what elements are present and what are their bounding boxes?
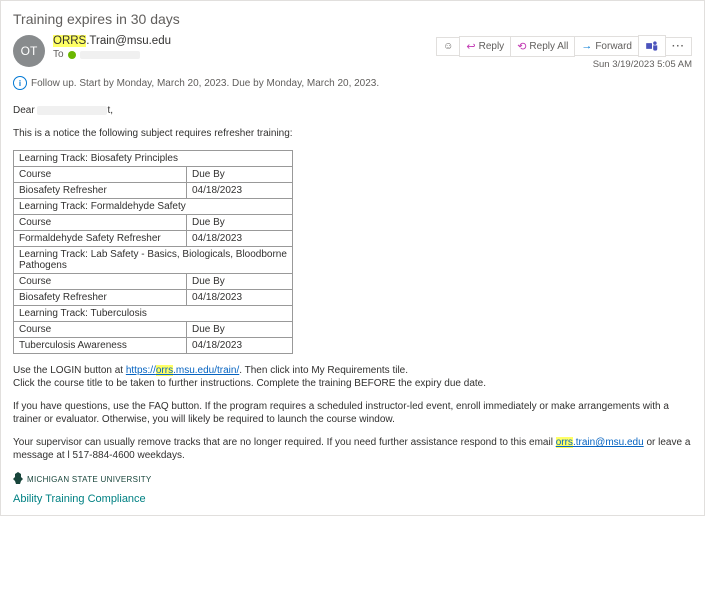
due-header: Due By <box>187 322 293 338</box>
due-cell: 04/18/2023 <box>187 290 293 306</box>
instruction-login: Use the LOGIN button at https://orrs.msu… <box>13 364 692 390</box>
instruction-supervisor: Your supervisor can usually remove track… <box>13 436 692 462</box>
to-line: To <box>53 49 171 60</box>
presence-icon <box>68 51 76 59</box>
course-cell: Tuberculosis Awareness <box>14 338 187 354</box>
more-icon: ··· <box>672 41 685 52</box>
instruction-faq: If you have questions, use the FAQ butto… <box>13 400 692 426</box>
track-header: Learning Track: Biosafety Principles <box>14 151 293 167</box>
track-header: Learning Track: Formaldehyde Safety <box>14 199 293 215</box>
track-header: Learning Track: Tuberculosis <box>14 306 293 322</box>
course-cell: Biosafety Refresher <box>14 290 187 306</box>
teams-button[interactable] <box>638 35 666 57</box>
reply-button[interactable]: ↩ Reply <box>459 36 511 57</box>
due-header: Due By <box>187 167 293 183</box>
more-actions-button[interactable]: ··· <box>665 37 692 56</box>
footer-compliance: Ability Training Compliance <box>13 493 692 505</box>
emoji-button[interactable]: ☺ <box>436 37 460 56</box>
course-header: Course <box>14 215 187 231</box>
login-link[interactable]: https://orrs.msu.edu/train/ <box>126 365 239 376</box>
contact-email-link[interactable]: orrs.train@msu.edu <box>556 437 644 448</box>
greeting-redacted <box>37 106 107 115</box>
forward-icon: → <box>581 40 592 52</box>
course-cell: Biosafety Refresher <box>14 183 187 199</box>
course-header: Course <box>14 167 187 183</box>
course-cell: Formaldehyde Safety Refresher <box>14 231 187 247</box>
email-subject: Training expires in 30 days <box>13 11 692 27</box>
due-cell: 04/18/2023 <box>187 183 293 199</box>
course-header: Course <box>14 322 187 338</box>
reply-all-icon: ⟲ <box>517 40 526 53</box>
teams-icon <box>645 39 659 53</box>
greeting: Dear t, <box>13 104 692 117</box>
intro-text: This is a notice the following subject r… <box>13 127 692 140</box>
timestamp: Sun 3/19/2023 5:05 AM <box>436 59 692 70</box>
to-recipient-redacted <box>80 51 140 59</box>
reply-all-button[interactable]: ⟲ Reply All <box>510 36 575 57</box>
due-header: Due By <box>187 215 293 231</box>
course-header: Course <box>14 274 187 290</box>
track-header: Learning Track: Lab Safety - Basics, Bio… <box>14 247 293 274</box>
training-table: Learning Track: Biosafety Principles Cou… <box>13 150 293 354</box>
followup-bar: i Follow up. Start by Monday, March 20, … <box>13 76 692 90</box>
from-address: ORRS.Train@msu.edu <box>53 35 171 47</box>
forward-button[interactable]: → Forward <box>574 36 639 56</box>
emoji-icon: ☺ <box>443 41 453 52</box>
footer-logo: MICHIGAN STATE UNIVERSITY <box>13 472 692 487</box>
due-cell: 04/18/2023 <box>187 338 293 354</box>
due-header: Due By <box>187 274 293 290</box>
reply-icon: ↩ <box>466 40 475 53</box>
avatar: OT <box>13 35 45 67</box>
due-cell: 04/18/2023 <box>187 231 293 247</box>
spartan-icon <box>13 472 23 487</box>
info-icon: i <box>13 76 27 90</box>
